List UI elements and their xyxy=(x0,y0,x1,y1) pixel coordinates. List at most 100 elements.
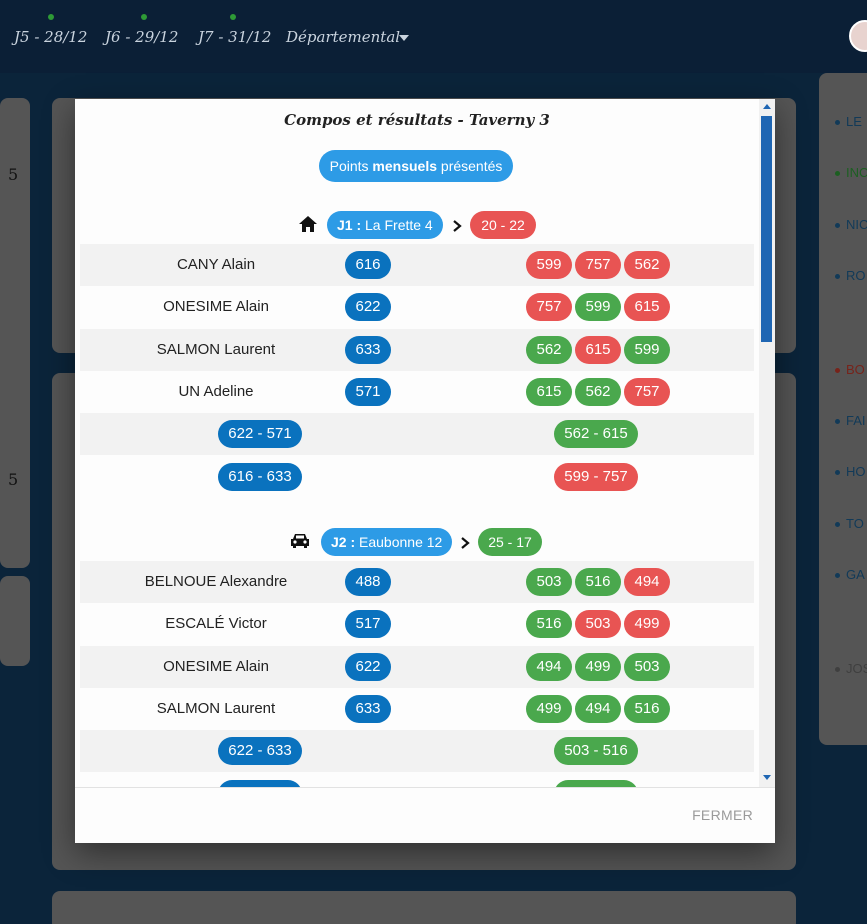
player-points-badge: 633 xyxy=(345,335,391,364)
doubles-team-badge: 622 - 633 xyxy=(218,737,302,766)
home-icon xyxy=(298,214,318,234)
player-points-badge: 622 xyxy=(345,652,391,681)
opponent-points-badge: 562 xyxy=(575,377,621,406)
match-score-badge: 20 - 22 xyxy=(470,211,536,239)
player-points-badge: 517 xyxy=(345,610,391,639)
player-row: SALMON Laurent 633 562 615 599 xyxy=(80,328,754,371)
doubles-opponent-badge xyxy=(554,779,638,787)
doubles-row: 616 - 633 599 - 757 xyxy=(80,456,754,498)
doubles-team-badge: 622 - 571 xyxy=(218,420,302,449)
modal-title: Compos et résultats - Taverny 3 xyxy=(284,111,550,129)
scrollbar-thumb[interactable] xyxy=(761,116,772,342)
doubles-team-badge: 616 - 633 xyxy=(218,462,302,491)
opponent-points-badge: 494 xyxy=(624,568,670,596)
opponent-name: La Frette 4 xyxy=(365,217,433,233)
modal-body: Compos et résultats - Taverny 3 Points m… xyxy=(75,99,759,787)
status-dot-icon xyxy=(48,14,54,20)
opponent-points-badge: 516 xyxy=(624,694,670,723)
player-name: SALMON Laurent xyxy=(156,699,276,717)
player-row: SALMON Laurent 633 499 494 516 xyxy=(80,688,754,730)
tab-j7[interactable]: J7 - 31/12 xyxy=(198,14,272,46)
player-points-badge: 616 xyxy=(345,251,391,279)
opponent-points-badge: 757 xyxy=(526,293,572,322)
journee-chip[interactable]: J1 : La Frette 4 xyxy=(327,211,443,239)
modal-footer: FERMER xyxy=(75,787,775,843)
player-name: ESCALÉ Victor xyxy=(165,615,267,633)
tab-j6[interactable]: J6 - 29/12 xyxy=(105,14,179,46)
scroll-up-icon[interactable] xyxy=(763,104,771,109)
opponent-points-badge: 499 xyxy=(526,694,572,723)
journee-id: J2 : xyxy=(331,534,356,550)
opponent-points-badge: 599 xyxy=(575,293,621,322)
doubles-row: 622 - 633 503 - 516 xyxy=(80,730,754,773)
tab-j5[interactable]: J5 - 28/12 xyxy=(14,14,88,46)
match-header: J1 : La Frette 4 20 - 22 xyxy=(75,211,759,241)
opponent-points-badge: 562 xyxy=(526,335,572,364)
points-mode-chip[interactable]: Points mensuels présentés xyxy=(319,150,513,182)
player-name: ONESIME Alain xyxy=(163,657,269,675)
points-prefix: Points xyxy=(329,158,373,174)
opponent-name: Eaubonne 12 xyxy=(359,534,443,550)
opponent-points-badge: 494 xyxy=(526,652,572,681)
player-points-badge: 633 xyxy=(345,694,391,723)
points-suffix: présentés xyxy=(437,158,503,174)
opponent-points-badge: 503 xyxy=(624,652,670,681)
player-name: CANY Alain xyxy=(176,256,256,273)
top-nav-bar: J5 - 28/12 J6 - 29/12 J7 - 31/12 Départe… xyxy=(0,0,867,73)
opponent-points-badge: 516 xyxy=(575,568,621,596)
opponent-points-badge: 615 xyxy=(526,377,572,406)
doubles-opponent-badge: 599 - 757 xyxy=(554,462,638,491)
tab-label: J5 - 28/12 xyxy=(14,28,88,46)
opponent-points-badge: 615 xyxy=(575,335,621,364)
player-row: CANY Alain 616 599 757 562 xyxy=(80,244,754,286)
opponent-points-badge: 757 xyxy=(624,377,670,406)
match-score-badge: 25 - 17 xyxy=(478,528,542,556)
player-name: SALMON Laurent xyxy=(156,340,276,358)
dropdown-label: Départemental xyxy=(286,28,401,46)
player-points-badge: 488 xyxy=(345,568,391,596)
player-name: UN Adeline xyxy=(178,382,254,400)
opponent-points-badge: 494 xyxy=(575,694,621,723)
opponent-points-badge: 615 xyxy=(624,293,670,322)
player-row: UN Adeline 571 615 562 757 xyxy=(80,371,754,413)
opponent-points-badge: 599 xyxy=(526,251,572,279)
opponent-points-badge: 503 xyxy=(526,568,572,596)
opponent-points-badge: 499 xyxy=(575,652,621,681)
tab-label: J6 - 29/12 xyxy=(105,28,179,46)
doubles-team-badge xyxy=(218,779,302,787)
results-modal: Compos et résultats - Taverny 3 Points m… xyxy=(75,99,775,843)
status-dot-icon xyxy=(141,14,147,20)
player-row: ONESIME Alain 622 494 499 503 xyxy=(80,645,754,688)
chevron-right-icon xyxy=(452,219,462,232)
championship-dropdown[interactable]: Départemental xyxy=(286,28,400,46)
tab-label: J7 - 31/12 xyxy=(198,28,272,46)
opponent-points-badge: 503 xyxy=(575,610,621,639)
scroll-down-icon[interactable] xyxy=(763,775,771,780)
opponent-points-badge: 599 xyxy=(624,335,670,364)
doubles-row xyxy=(80,773,754,787)
player-row: ESCALÉ Victor 517 516 503 499 xyxy=(80,603,754,645)
chevron-down-icon[interactable] xyxy=(399,35,409,41)
opponent-points-badge: 499 xyxy=(624,610,670,639)
player-points-badge: 622 xyxy=(345,293,391,322)
player-points-badge: 571 xyxy=(345,377,391,406)
player-name: BELNOUE Alexandre xyxy=(144,573,288,590)
player-name: ONESIME Alain xyxy=(163,298,269,316)
points-bold: mensuels xyxy=(372,158,438,174)
journee-id: J1 : xyxy=(337,217,362,233)
match-header: J2 : Eaubonne 12 25 - 17 xyxy=(75,528,759,558)
doubles-opponent-badge: 562 - 615 xyxy=(554,420,638,449)
opponent-points-badge: 516 xyxy=(526,610,572,639)
player-row: ONESIME Alain 622 757 599 615 xyxy=(80,286,754,328)
journee-chip[interactable]: J2 : Eaubonne 12 xyxy=(321,528,453,556)
opponent-points-badge: 562 xyxy=(624,251,670,279)
doubles-opponent-badge: 503 - 516 xyxy=(554,737,638,766)
opponent-points-badge: 757 xyxy=(575,251,621,279)
car-icon xyxy=(289,531,311,551)
status-dot-icon xyxy=(230,14,236,20)
chevron-right-icon xyxy=(460,536,470,549)
player-row: BELNOUE Alexandre 488 503 516 494 xyxy=(80,561,754,603)
close-button[interactable]: FERMER xyxy=(692,807,753,823)
avatar[interactable] xyxy=(849,20,867,52)
doubles-row: 622 - 571 562 - 615 xyxy=(80,413,754,456)
